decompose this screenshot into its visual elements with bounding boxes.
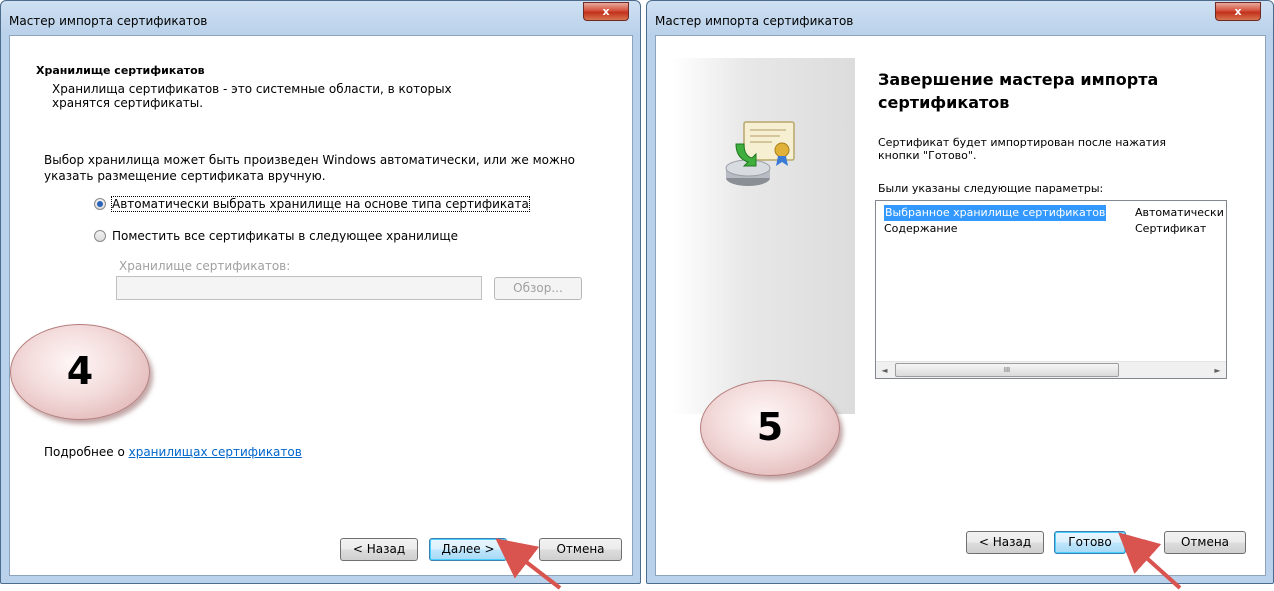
red-arrow-pointer — [1118, 532, 1182, 590]
annotation-overlay — [495, 532, 1182, 590]
red-arrow-pointer — [495, 538, 562, 590]
